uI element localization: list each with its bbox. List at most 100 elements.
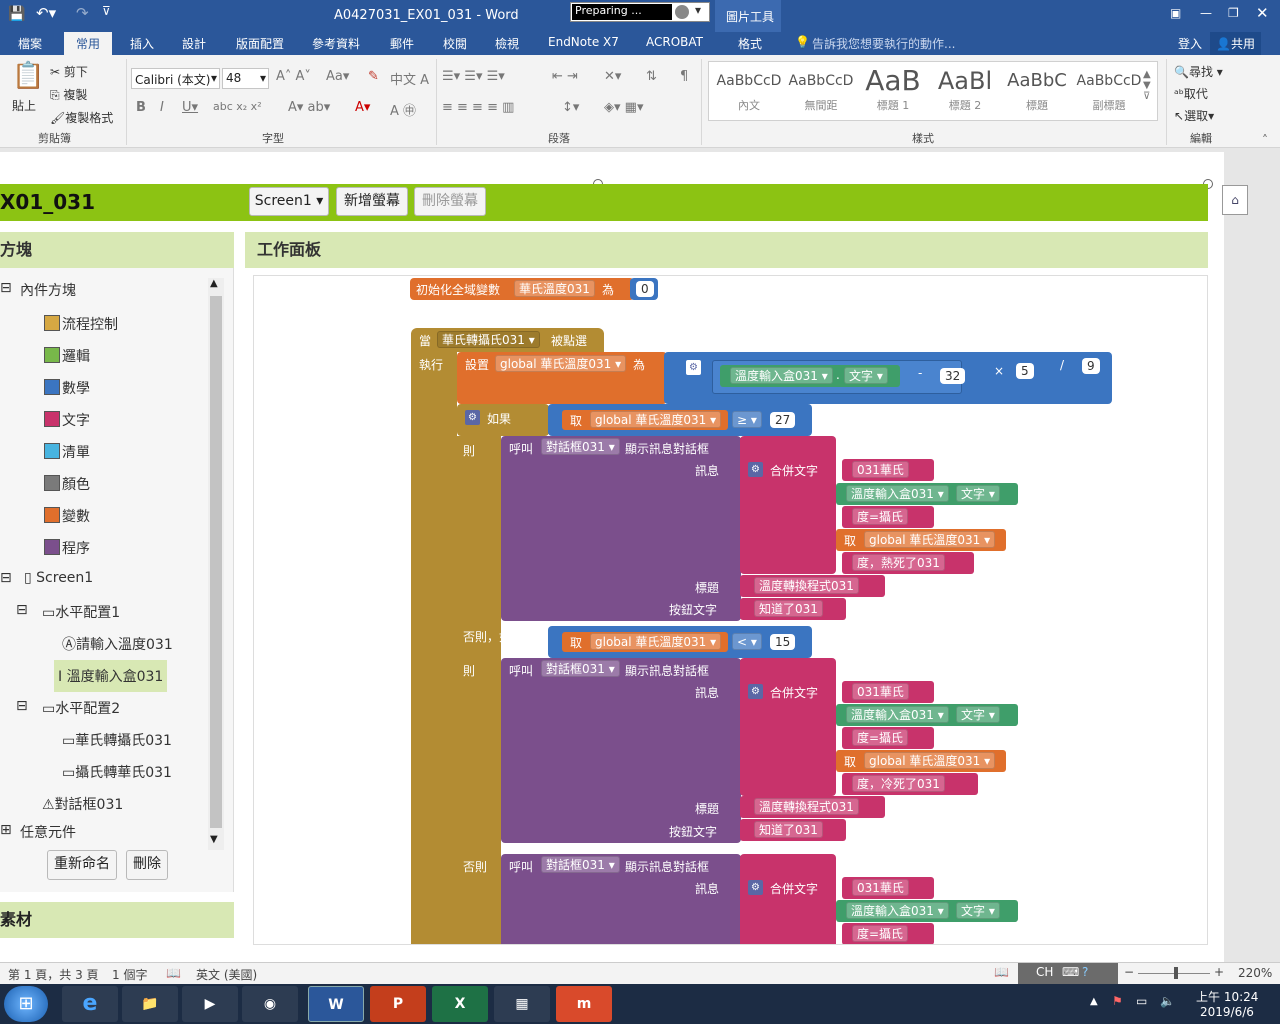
indent-icon[interactable]: ⇤ ⇥ [552,69,578,84]
clock-time[interactable]: 上午 10:24 [1196,988,1258,1005]
signin-link[interactable]: 登入 [1178,35,1202,52]
format-painter-button[interactable]: 🖌複製格式 [50,109,113,126]
collapse-icon[interactable]: ⊟ [16,602,28,618]
textbox-dropdown[interactable]: 溫度輸入盒031 ▾ [846,706,949,723]
powerpoint-icon[interactable]: P [370,986,426,1022]
text-block[interactable]: 溫度轉換程式031 [740,575,885,597]
volume-icon[interactable]: 🔈 [1160,994,1175,1008]
tree-notifier[interactable]: ⚠對話框031 [42,794,123,814]
if-block[interactable]: ⚙ 如果 [457,404,549,436]
style-item[interactable]: AaBbC 標題 [1002,65,1072,117]
blocks-workspace[interactable]: 初始化全域變數 華氏溫度031 為 0 當 華氏轉攝氏031 ▾ 被點選 執行 … [253,275,1208,945]
tab-mailings[interactable]: 郵件 [390,35,414,52]
app-icon[interactable]: ▦ [494,986,550,1022]
ribbon-options-icon[interactable]: ▣ [1170,6,1181,20]
flag-icon[interactable]: ⚑ [1112,994,1123,1008]
number-field[interactable]: 32 [940,368,966,384]
tab-review[interactable]: 校閱 [443,35,467,52]
zoom-out-icon[interactable]: − [1124,965,1134,979]
gear-icon[interactable]: ⚙ [748,462,763,477]
text-field[interactable]: 度，熱死了031 [852,554,945,571]
text-block[interactable]: 知道了031 [740,598,846,620]
style-item[interactable]: AaBbCcD 副標題 [1074,65,1144,117]
undo-icon[interactable]: ↶▾ [36,4,56,22]
tab-endnote[interactable]: EndNote X7 [548,35,619,49]
tab-format[interactable]: 格式 [738,35,762,52]
gear-icon[interactable]: ⚙ [465,410,480,425]
proofing-icon[interactable]: 📖 [166,966,181,980]
tree-math[interactable]: 數學 [44,378,90,398]
font-color-icon[interactable]: A▾ [355,100,370,115]
recorder-icon[interactable]: m [556,986,612,1022]
text-field[interactable]: 知道了031 [754,600,823,617]
number-field[interactable]: 0 [636,281,654,297]
times-op[interactable]: × [994,364,1004,378]
text-field[interactable]: 031華氏 [852,461,909,478]
ime-indicator[interactable]: CH [1036,965,1053,979]
join-block[interactable]: ⚙ 合併文字 [740,436,836,574]
text-block[interactable]: 度=攝氏 [842,506,934,528]
chrome-icon[interactable]: ◉ [242,986,298,1022]
strikethrough-icon[interactable]: abc x₂ x² [213,100,262,113]
tree-textbox[interactable]: Ⅰ 溫度輸入盒031 [54,660,168,692]
scroll-down-icon[interactable]: ▼ [210,834,218,845]
restore-icon[interactable]: ❐ [1228,6,1239,20]
set-var-dropdown[interactable]: global 華氏溫度031 ▾ [495,355,627,372]
get-var-dropdown[interactable]: global 華氏溫度031 ▾ [864,531,996,548]
tree-lists[interactable]: 清單 [44,442,90,462]
replace-button[interactable]: ᵃᵇ取代 [1174,85,1208,102]
collapse-icon[interactable]: ⊟ [16,698,28,714]
divide-op[interactable]: / [1060,358,1064,372]
bullets-icon[interactable]: ☰▾ ☰▾ ☰▾ [442,69,505,84]
get-var-block[interactable]: 取 global 華氏溫度031 ▾ [562,410,728,430]
language-bar[interactable]: CH ⌨ ? [1018,963,1118,984]
redo-icon[interactable]: ↷ [76,4,89,22]
find-button[interactable]: 🔍尋找 ▾ [1174,63,1223,80]
clock-date[interactable]: 2019/6/6 [1200,1005,1254,1019]
tree-hor1[interactable]: ▭水平配置1 [42,602,120,622]
add-screen-button[interactable]: 新增螢幕 [336,187,408,216]
join-block[interactable]: ⚙ 合併文字 [740,658,836,796]
property-dropdown[interactable]: 文字 ▾ [956,902,1000,919]
number-field[interactable]: 5 [1016,363,1034,379]
text-field[interactable]: 度=攝氏 [852,925,909,942]
tab-design[interactable]: 設計 [182,35,206,52]
set-global-block[interactable]: 設置 global 華氏溫度031 ▾ 為 [457,352,667,404]
styles-scroll-icon[interactable]: ▲ ▼ ⊽ [1143,69,1151,102]
font-size-select[interactable]: 48 ▾ [222,68,269,89]
get-var-dropdown[interactable]: global 華氏溫度031 ▾ [590,633,722,650]
text-block[interactable]: 度，冷死了031 [842,773,978,795]
expand-icon[interactable]: ⊞ [0,822,12,838]
underline-icon[interactable]: U▾ [182,100,198,115]
text-field[interactable]: 知道了031 [754,821,823,838]
read-mode-icon[interactable]: 📖 [994,965,1009,979]
rename-button[interactable]: 重新命名 [47,850,117,880]
tree-btn2[interactable]: ▭攝氏轉華氏031 [62,762,172,782]
align-icon[interactable]: ≡ ≡ ≡ ≡ ▥ [442,100,514,115]
call-notifier-block[interactable]: 呼叫 對話框031 ▾ 顯示訊息對話框 訊息 [501,854,741,944]
text-field[interactable]: 031華氏 [852,879,909,896]
textbox-dropdown[interactable]: 溫度輸入盒031 ▾ [846,485,949,502]
tree-control[interactable]: 流程控制 [44,314,118,334]
network-icon[interactable]: ▭ [1136,994,1147,1008]
get-var-block[interactable]: 取 global 華氏溫度031 ▾ [836,529,1006,551]
var-name-field[interactable]: 華氏溫度031 [514,280,595,297]
text-block[interactable]: 溫度轉換程式031 [740,796,885,818]
tab-file[interactable]: 檔案 [18,35,42,52]
language[interactable]: 英文 (美國) [196,966,257,983]
tree-logic[interactable]: 邏輯 [44,346,90,366]
gear-icon[interactable]: ⚙ [748,880,763,895]
minus-op[interactable]: - [918,366,922,380]
zoom-level[interactable]: 220% [1238,966,1272,980]
call-notifier-block[interactable]: 呼叫 對話框031 ▾ 顯示訊息對話框 訊息 標題 按鈕文字 [501,658,741,843]
style-item[interactable]: AaBbCcD 無間距 [786,65,856,117]
notifier-dropdown[interactable]: 對話框031 ▾ [541,856,620,873]
tab-acrobat[interactable]: ACROBAT [646,35,703,49]
tree-scrollbar[interactable]: ▲ ▼ [208,278,224,850]
bold-icon[interactable]: B [136,100,146,115]
style-item[interactable]: AaB 標題 1 [858,65,928,117]
tab-layout[interactable]: 版面配置 [236,35,284,52]
operator-dropdown[interactable]: < ▾ [732,633,762,650]
word-icon[interactable]: W [308,986,364,1022]
keyboard-icon[interactable]: ⌨ [1062,965,1079,979]
